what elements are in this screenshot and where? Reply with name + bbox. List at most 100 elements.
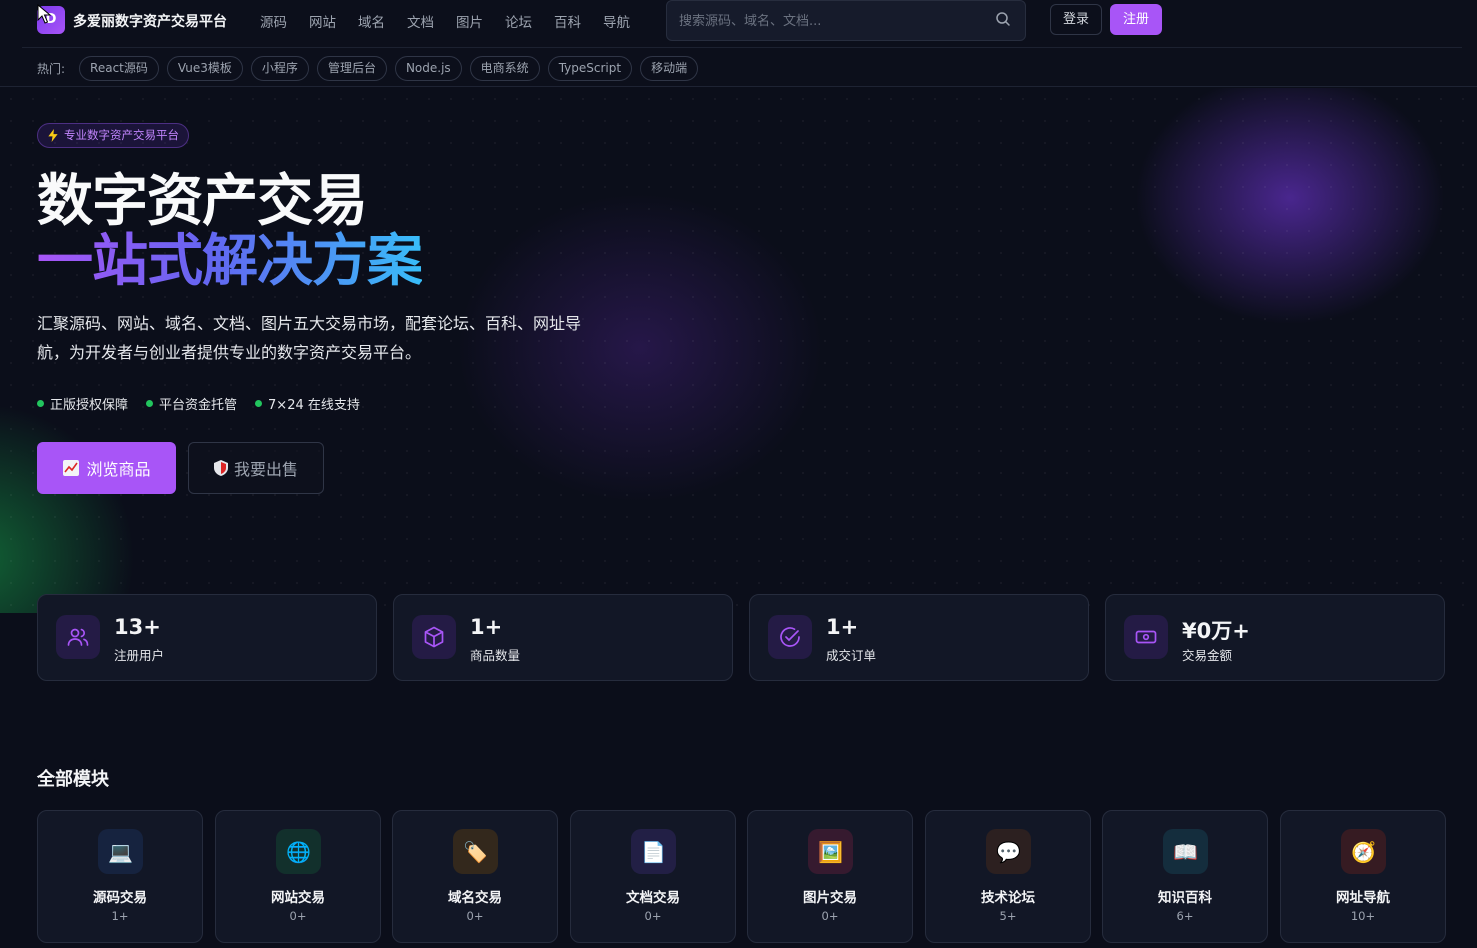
nav-link-website[interactable]: 网站 [309,11,358,31]
mouse-cursor-icon [37,4,51,24]
green-dot-icon [146,400,154,407]
nav-link-document[interactable]: 文档 [407,11,456,31]
stat-card-amount: ¥0万+ 交易金额 [1105,594,1445,681]
document-icon: 📄 [631,829,676,874]
hero-section: 专业数字资产交易平台 数字资产交易 一站式解决方案 汇聚源码、网站、域名、文档、… [0,88,1477,613]
stat-value: 13+ [114,615,161,639]
module-name: 域名交易 [448,890,502,906]
green-dot-icon [255,400,263,407]
nav-link-navigation[interactable]: 导航 [603,11,652,31]
module-card-website[interactable]: 🌐 网站交易 0+ [215,810,381,943]
module-count: 0+ [821,909,839,923]
hot-tag[interactable]: 移动端 [640,55,699,81]
module-count: 0+ [466,909,484,923]
module-name: 网址导航 [1336,890,1390,906]
search-icon[interactable] [995,11,1011,27]
search-input[interactable] [679,11,979,31]
users-icon [67,628,89,646]
stat-card-products: 1+ 商品数量 [393,594,733,681]
hero-title: 数字资产交易 [37,169,368,234]
badge-label: 专业数字资产交易平台 [64,128,179,142]
box-icon [424,626,444,648]
hero-subtitle: 一站式解决方案 [37,229,423,294]
sell-label: 我要出售 [233,460,298,479]
module-count: 5+ [999,909,1017,923]
stat-card-users: 13+ 注册用户 [37,594,377,681]
module-name: 文档交易 [626,890,680,906]
stat-icon-box [412,615,456,659]
check-circle-icon [780,627,800,647]
platform-badge: 专业数字资产交易平台 [37,123,189,148]
brand-name[interactable]: 多爱丽数字资产交易平台 [73,11,227,31]
feature-label: 7×24 在线支持 [268,398,360,413]
green-dot-icon [37,400,44,407]
nav-link-domain[interactable]: 域名 [358,11,407,31]
browse-products-button[interactable]: 浏览商品 [37,442,176,494]
hot-tag[interactable]: 小程序 [250,55,309,81]
register-button[interactable]: 注册 [1110,4,1162,35]
module-name: 网站交易 [271,890,325,906]
stat-value: ¥0万+ [1182,619,1250,643]
stat-label: 商品数量 [470,648,521,663]
hot-tag[interactable]: TypeScript [547,55,633,81]
module-name: 源码交易 [93,890,147,906]
stat-value: 1+ [826,615,859,639]
nav-link-image[interactable]: 图片 [456,11,505,31]
hot-tag[interactable]: 管理后台 [316,55,387,81]
feature-label: 平台资金托管 [159,398,238,413]
laptop-icon: 💻 [98,829,143,874]
picture-icon: 🖼️ [808,829,853,874]
hot-tag[interactable]: 电商系统 [469,55,540,81]
feature-list: 正版授权保障 平台资金托管 7×24 在线支持 [37,394,360,413]
top-navigation: D 多爱丽数字资产交易平台 源码 网站 域名 文档 图片 论坛 百科 导航 登录… [0,0,1477,87]
modules-title: 全部模块 [37,769,109,790]
stat-label: 交易金额 [1182,648,1233,663]
stat-value: 1+ [470,615,503,639]
module-count: 6+ [1176,909,1194,923]
module-name: 图片交易 [803,890,857,906]
module-card-domain[interactable]: 🏷️ 域名交易 0+ [392,810,558,943]
module-count: 1+ [111,909,129,923]
stat-icon-box [1124,615,1168,659]
module-count: 0+ [644,909,662,923]
module-card-document[interactable]: 📄 文档交易 0+ [570,810,736,943]
nav-link-source[interactable]: 源码 [260,11,309,31]
book-icon: 📖 [1163,829,1208,874]
module-card-forum[interactable]: 💬 技术论坛 5+ [925,810,1091,943]
shield-icon [213,460,228,476]
stat-card-orders: 1+ 成交订单 [749,594,1089,681]
hot-tags-row: 热门: React源码 Vue3模板 小程序 管理后台 Node.js 电商系统… [37,55,706,81]
hero-description: 汇聚源码、网站、域名、文档、图片五大交易市场，配套论坛、百科、网址导航，为开发者… [37,314,582,362]
globe-icon: 🌐 [276,829,321,874]
module-count: 0+ [289,909,307,923]
login-button[interactable]: 登录 [1050,4,1102,35]
feature-item: 7×24 在线支持 [255,394,360,413]
stat-label: 注册用户 [114,648,165,663]
hot-label: 热门: [37,61,66,76]
feature-item: 正版授权保障 [37,394,128,413]
module-card-source[interactable]: 💻 源码交易 1+ [37,810,203,943]
browse-label: 浏览商品 [86,460,151,479]
stat-label: 成交订单 [826,648,877,663]
module-card-image[interactable]: 🖼️ 图片交易 0+ [747,810,913,943]
module-name: 技术论坛 [981,890,1035,906]
lightning-icon [48,129,58,142]
module-card-wiki[interactable]: 📖 知识百科 6+ [1102,810,1268,943]
hot-tag[interactable]: React源码 [79,55,159,81]
main-nav-row: D 多爱丽数字资产交易平台 源码 网站 域名 文档 图片 论坛 百科 导航 登录… [22,0,1462,48]
hot-tag[interactable]: Vue3模板 [166,55,243,81]
hot-tag[interactable]: Node.js [394,55,462,81]
stat-icon-box [768,615,812,659]
feature-label: 正版授权保障 [50,398,129,413]
module-card-navigation[interactable]: 🧭 网址导航 10+ [1280,810,1446,943]
compass-icon: 🧭 [1341,829,1386,874]
nav-links: 源码 网站 域名 文档 图片 论坛 百科 导航 [260,11,652,31]
module-name: 知识百科 [1158,890,1212,906]
chart-icon [63,460,80,476]
money-icon [1135,630,1157,644]
nav-link-forum[interactable]: 论坛 [505,11,554,31]
nav-link-wiki[interactable]: 百科 [554,11,603,31]
search-box [666,0,1026,41]
sell-button[interactable]: 我要出售 [188,442,324,494]
tag-icon: 🏷️ [453,829,498,874]
